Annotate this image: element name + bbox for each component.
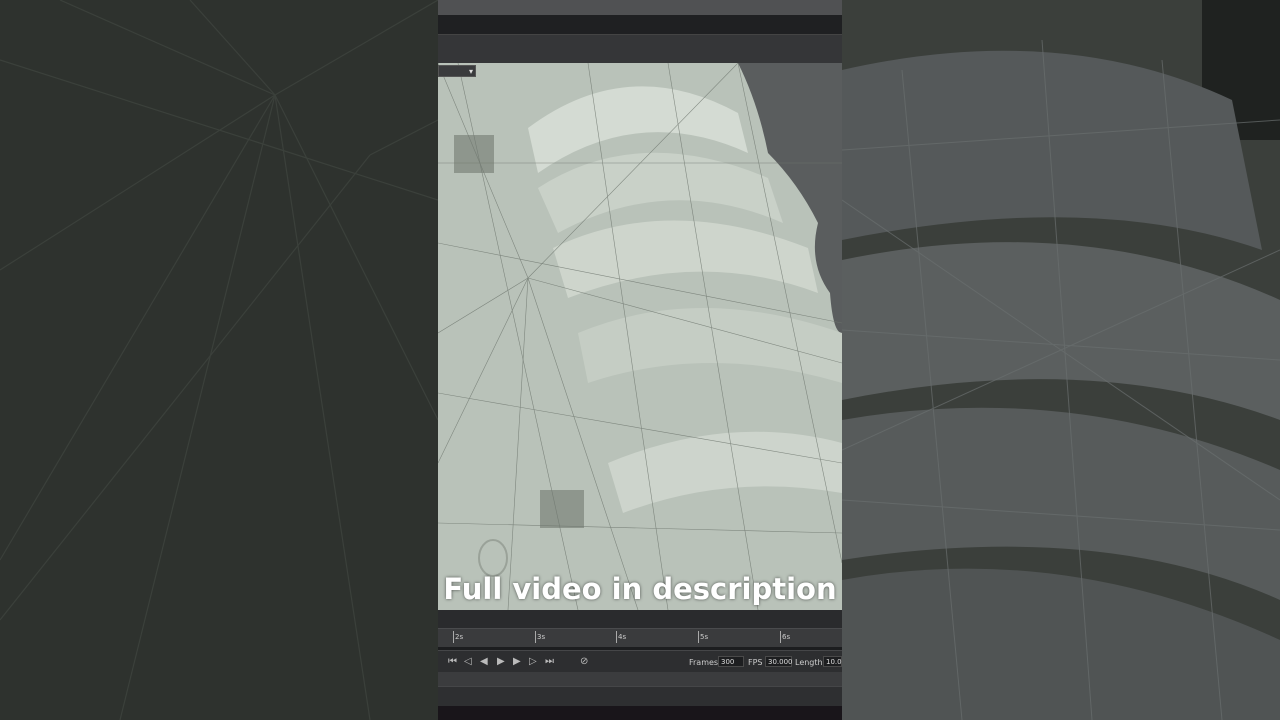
timeline-tick: 2s [452, 631, 464, 643]
toolbar [438, 34, 842, 63]
vertical-video-frame: ▾ Full video in description 2s 3s 4s 5s … [438, 0, 842, 720]
previous-key-icon[interactable]: ◁ [464, 656, 472, 668]
play-icon[interactable]: ▶ [497, 656, 505, 668]
menu-bar [438, 15, 842, 34]
taskbar-strip [438, 706, 842, 720]
timeline-tick: 4s [615, 631, 627, 643]
length-field[interactable]: 10.00 [823, 656, 842, 667]
next-key-icon[interactable]: ▷ [529, 656, 537, 668]
transport-bar: ⏮ ◁ ◀ ▶ ▶ ▷ ⏭ ⊘ Frames 300 FPS 30.000 Le… [438, 650, 842, 673]
background-blur-left [0, 0, 438, 720]
fps-field[interactable]: 30.000 [765, 656, 793, 667]
frames-label: Frames [689, 658, 719, 667]
fps-label: FPS [748, 658, 763, 667]
timeline-tick: 5s [697, 631, 709, 643]
timeline-tick: 3s [534, 631, 546, 643]
app-titlebar [438, 0, 842, 15]
3d-viewport[interactable]: ▾ [438, 63, 842, 610]
timeline-tick: 6s [779, 631, 791, 643]
step-back-icon[interactable]: ◀ [480, 656, 488, 668]
go-to-end-icon[interactable]: ⏭ [545, 656, 554, 668]
video-caption-overlay: Full video in description [443, 572, 837, 606]
status-row [438, 672, 842, 686]
frames-field[interactable]: 300 [718, 656, 744, 667]
timeline-header [438, 610, 842, 628]
bottom-panel [438, 686, 842, 707]
loop-icon[interactable]: ⊘ [580, 656, 588, 668]
go-to-start-icon[interactable]: ⏮ [448, 656, 457, 668]
timeline-ruler[interactable]: 2s 3s 4s 5s 6s [438, 628, 842, 647]
view-mode-dropdown[interactable]: ▾ [438, 65, 476, 77]
background-blur-right [842, 0, 1280, 720]
step-forward-icon[interactable]: ▶ [513, 656, 521, 668]
length-label: Length [795, 658, 823, 667]
